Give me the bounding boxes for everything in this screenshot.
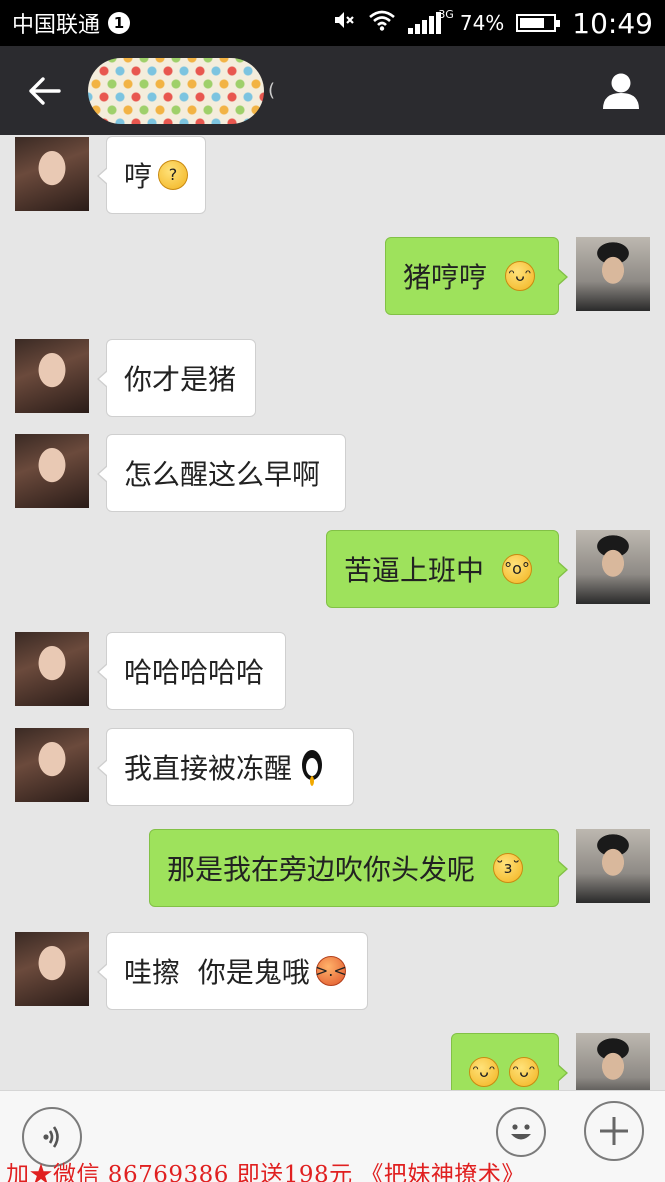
message-text: 哇擦 你是鬼哦: [124, 956, 310, 989]
message-text: 我直接被冻醒: [124, 752, 293, 785]
shocked-emoji-icon: °o°: [502, 554, 533, 584]
kiss-emoji-icon: ˘з˘: [493, 853, 524, 883]
grin-emoji-icon: ᵔᴗᵔ: [505, 261, 536, 291]
self-avatar[interactable]: [576, 829, 650, 903]
message-bubble-outgoing[interactable]: 苦逼上班中 °o°: [326, 530, 568, 608]
plus-icon: [600, 1117, 628, 1145]
contact-avatar[interactable]: [15, 632, 89, 706]
signal-icon: 3G: [407, 8, 454, 34]
clock: 10:49: [572, 6, 653, 40]
arrow-left-icon: [29, 76, 61, 105]
contact-avatar[interactable]: [15, 434, 89, 508]
message-bubble-incoming[interactable]: 哇擦 你是鬼哦 >.<: [97, 932, 368, 1010]
earpiece-mode-icon: (: [268, 80, 276, 101]
contact-avatar[interactable]: [15, 728, 89, 802]
confused-emoji-icon: ?: [158, 160, 188, 190]
message-text: 哼: [124, 160, 153, 193]
contact-avatar[interactable]: [15, 932, 89, 1006]
contact-avatar[interactable]: [15, 137, 89, 211]
message-bubble-incoming[interactable]: 你才是猪: [97, 339, 256, 417]
profile-button[interactable]: [577, 46, 665, 135]
message-text: 哈哈哈哈哈: [124, 656, 265, 689]
battery-percentage: 74%: [459, 11, 505, 35]
battery-icon: [516, 14, 561, 32]
message-bubble-incoming[interactable]: 我直接被冻醒: [97, 728, 354, 806]
self-avatar[interactable]: [576, 530, 650, 604]
chat-message-list[interactable]: 哼? 猪哼哼 ᵔᴗᵔ 你才是猪 怎么醒这么早啊 苦逼上班中 °o° 哈哈哈哈哈 我直…: [0, 135, 665, 1090]
message-bubble-incoming[interactable]: 哈哈哈哈哈: [97, 632, 286, 710]
network-type-label: 3G: [438, 8, 454, 21]
message-bubble-outgoing[interactable]: ᵔᴗᵔ ᵔᴗᵔ: [451, 1033, 568, 1090]
chat-input-bar: 加★微信 86769386 即送198元 《把妹神撩术》: [0, 1090, 665, 1182]
person-icon: [603, 73, 639, 109]
angry-emoji-icon: >.<: [315, 956, 347, 986]
message-text: 苦逼上班中: [344, 554, 485, 587]
mute-icon: [332, 8, 356, 38]
voice-icon: [43, 1126, 59, 1148]
emoji-picker-button[interactable]: [496, 1107, 546, 1157]
message-text: 怎么醒这么早啊: [124, 458, 321, 491]
status-bar: 中国联通 1 3G 74% 10:49: [0, 0, 665, 46]
message-bubble-incoming[interactable]: 怎么醒这么早啊: [97, 434, 346, 512]
smiley-icon: [511, 1124, 531, 1140]
message-bubble-outgoing[interactable]: 猪哼哼 ᵔᴗᵔ: [385, 237, 568, 315]
carrier-name: 中国联通: [12, 13, 101, 38]
self-avatar[interactable]: [576, 237, 650, 311]
contact-avatar[interactable]: [15, 339, 89, 413]
grin-emoji-icon: ᵔᴗᵔ: [509, 1057, 539, 1087]
qq-penguin-emoji-icon: [296, 750, 328, 784]
message-text: 那是我在旁边吹你头发呢: [167, 853, 476, 886]
more-options-button[interactable]: [584, 1101, 644, 1161]
promo-watermark: 加★微信 86769386 即送198元 《把妹神撩术》: [6, 1162, 525, 1182]
chat-title-bar: (: [0, 46, 665, 135]
back-button[interactable]: [0, 46, 88, 135]
message-text: 你才是猪: [124, 363, 237, 396]
notification-badge: 1: [108, 12, 131, 34]
contact-name-obscured: [88, 57, 264, 124]
message-bubble-outgoing[interactable]: 那是我在旁边吹你头发呢 ˘з˘: [149, 829, 568, 907]
message-text: 猪哼哼: [403, 261, 488, 294]
grin-emoji-icon: ᵔᴗᵔ: [469, 1057, 499, 1087]
message-bubble-incoming[interactable]: 哼?: [97, 136, 206, 214]
self-avatar[interactable]: [576, 1033, 650, 1090]
wifi-icon: [368, 9, 396, 37]
